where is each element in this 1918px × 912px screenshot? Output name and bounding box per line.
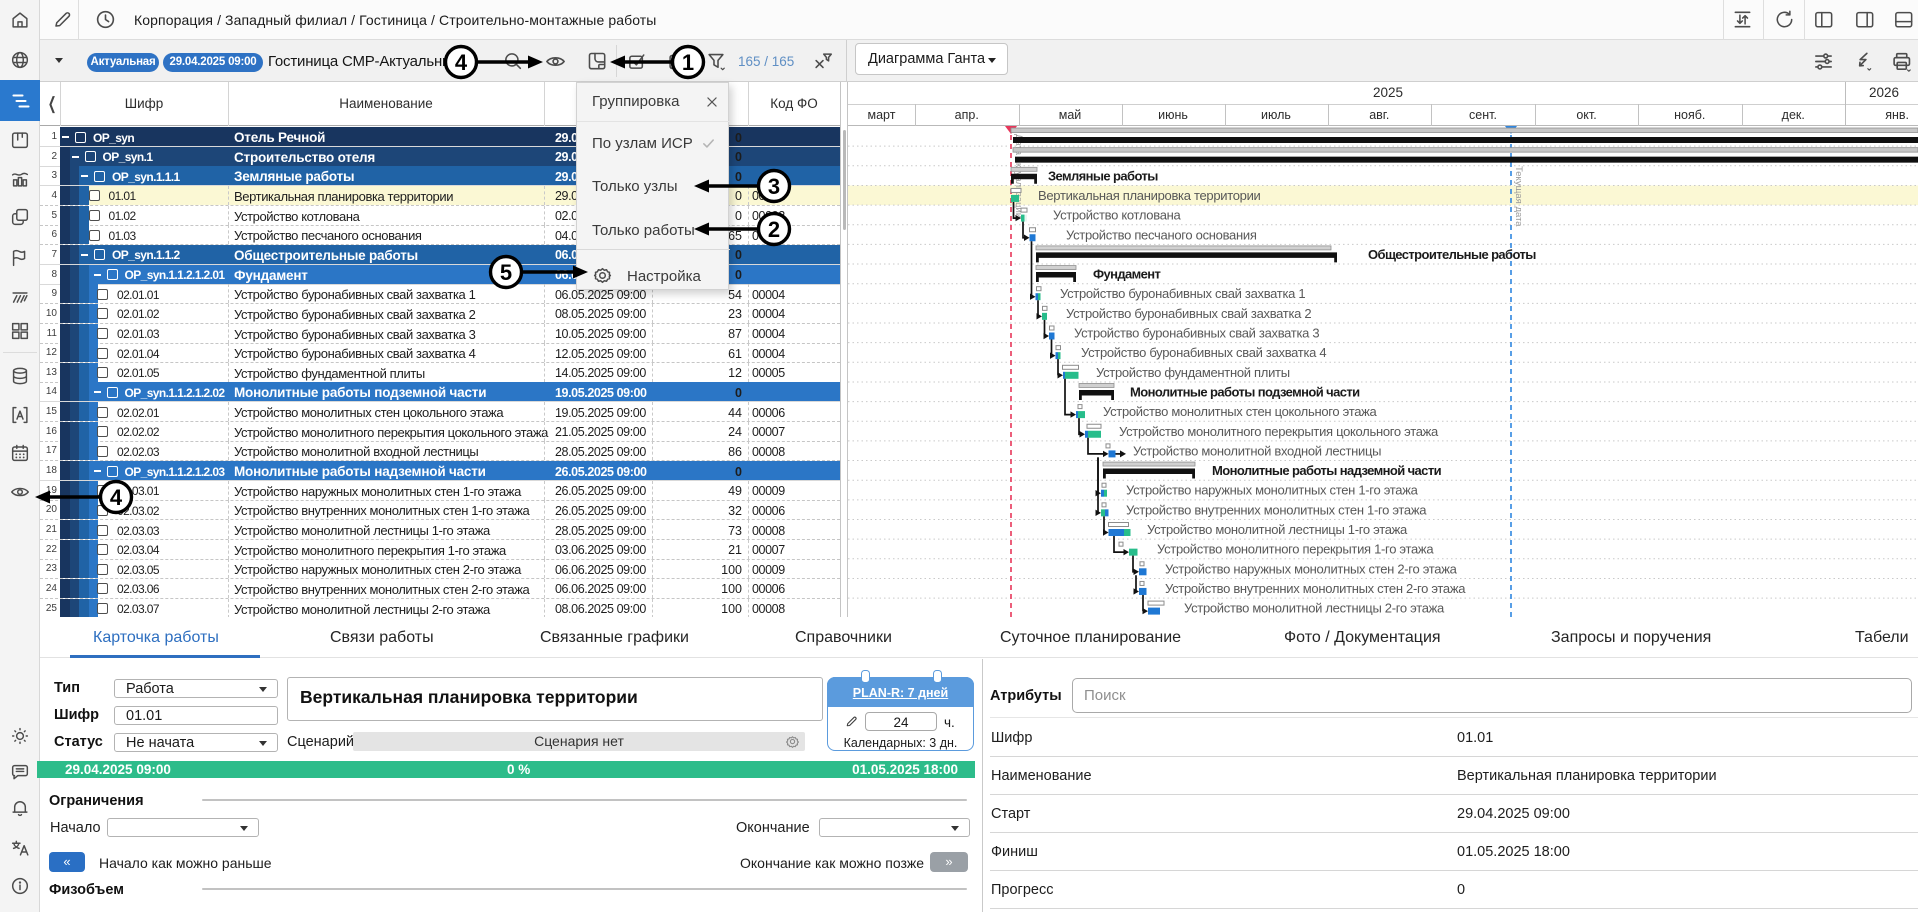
svg-text:2: 2 — [768, 217, 780, 242]
svg-text:4: 4 — [455, 50, 468, 75]
svg-text:3: 3 — [768, 174, 780, 199]
svg-text:5: 5 — [500, 260, 512, 285]
svg-text:1: 1 — [682, 50, 694, 75]
svg-text:4: 4 — [110, 485, 123, 510]
